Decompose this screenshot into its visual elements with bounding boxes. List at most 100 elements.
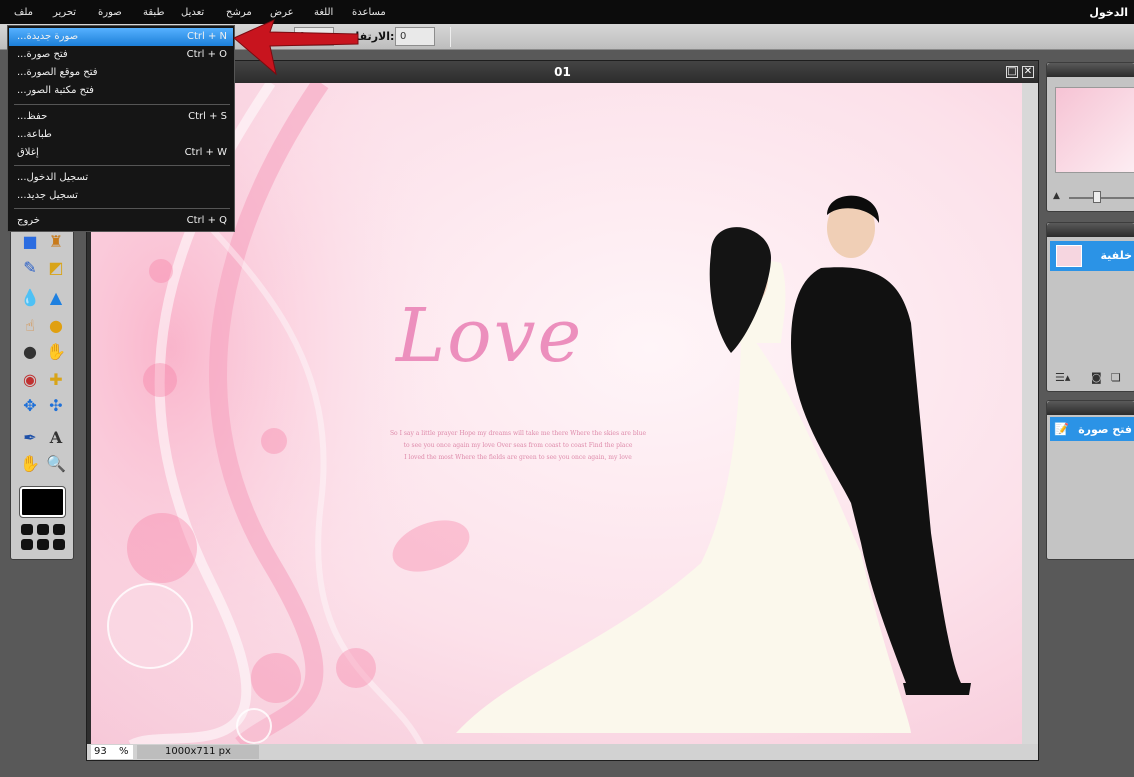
menu-item-login[interactable]: تسجيل الدخول... — [9, 169, 233, 187]
menu-adjust[interactable]: تعديل — [181, 7, 204, 18]
zoom-tool-icon[interactable]: 🔍 — [45, 453, 67, 475]
menu-item-exit[interactable]: خروج Ctrl + Q — [9, 212, 233, 230]
zoom-out-icon[interactable]: ▲ — [1053, 191, 1060, 201]
panel-title-bar[interactable] — [1047, 63, 1134, 77]
layer-thumbnail — [1056, 245, 1082, 267]
close-icon[interactable]: ✕ — [1022, 66, 1034, 78]
zoom-slider-thumb[interactable] — [1093, 191, 1101, 203]
spot-heal-tool-icon[interactable]: ✚ — [45, 369, 67, 391]
menu-item-print[interactable]: طباعة... — [9, 126, 233, 144]
palette-grid-button[interactable] — [21, 524, 33, 535]
bubble-decoration — [143, 363, 177, 397]
history-item-open[interactable]: 📝 فتح صورة — [1050, 417, 1134, 441]
menu-item-save[interactable]: حفظ... Ctrl + S — [9, 108, 233, 126]
pinch-tool-icon[interactable]: ✣ — [45, 395, 67, 417]
shape-tool-icon[interactable]: ◩ — [45, 257, 67, 279]
bubble-decoration — [336, 648, 376, 688]
poem-line: to see you once again my love Over seas … — [403, 442, 633, 449]
menu-image[interactable]: صورة — [98, 7, 122, 18]
menu-item-register[interactable]: تسجيل جديد... — [9, 187, 233, 205]
love-title: Love — [396, 293, 584, 379]
vertical-scrollbar[interactable] — [1022, 83, 1038, 745]
annotation-arrow-icon — [233, 19, 359, 76]
layers-panel: خلفية ☰▴ ◙ ❏ — [1046, 222, 1134, 392]
burn-tool-icon[interactable]: ● — [19, 341, 41, 363]
smudge-tool-icon[interactable]: ☝ — [19, 315, 41, 337]
sharpen-tool-icon[interactable]: ▲ — [45, 287, 67, 309]
history-document-icon: 📝 — [1054, 422, 1069, 436]
menu-item-open-image[interactable]: فتح صورة... Ctrl + O — [9, 46, 233, 64]
new-layer-icon[interactable]: ❏ — [1111, 371, 1121, 384]
toolbar-divider — [450, 27, 451, 47]
menu-item-label: فتح صورة... — [17, 49, 68, 60]
menu-view[interactable]: عرض — [270, 7, 294, 18]
bubble-decoration — [251, 653, 301, 703]
red-eye-tool-icon[interactable]: ◉ — [19, 369, 41, 391]
menu-item-open-url[interactable]: فتح موقع الصورة... — [9, 64, 233, 82]
menu-separator — [14, 104, 230, 105]
palette-grid-button[interactable] — [37, 524, 49, 535]
menu-item-label: فتح مكتبة الصور... — [17, 85, 94, 96]
layer-mask-icon[interactable]: ◙ — [1091, 371, 1102, 384]
groom-shoes — [903, 683, 971, 695]
panel-title-bar[interactable] — [1047, 401, 1134, 415]
blur-tool-icon[interactable]: 💧 — [19, 287, 41, 309]
menu-item-shortcut: Ctrl + Q — [186, 215, 227, 226]
menu-item-shortcut: Ctrl + N — [186, 31, 227, 42]
panel-title-bar[interactable] — [1047, 223, 1134, 237]
navigator-thumbnail[interactable] — [1055, 87, 1134, 173]
dodge-tool-icon[interactable]: ✋ — [45, 341, 67, 363]
menu-item-open-library[interactable]: فتح مكتبة الصور... — [9, 82, 233, 100]
file-menu-dropdown: صورة جديدة... Ctrl + N فتح صورة... Ctrl … — [7, 25, 235, 232]
menu-edit[interactable]: تحرير — [53, 7, 76, 18]
menu-item-label: طباعة... — [17, 129, 52, 140]
maximize-icon[interactable]: □ — [1006, 66, 1018, 78]
gradient-tool-icon[interactable]: ■ — [19, 231, 41, 253]
menu-item-close[interactable]: إغلاق Ctrl + W — [9, 144, 233, 162]
login-link[interactable]: الدخول — [1089, 6, 1128, 19]
clone-stamp-icon[interactable]: ♜ — [45, 231, 67, 253]
bloat-tool-icon[interactable]: ✥ — [19, 395, 41, 417]
poem-text: So I say a little prayer Hope my dreams … — [373, 428, 663, 464]
menu-item-label: حفظ... — [17, 111, 48, 122]
height-field[interactable]: 0 — [395, 27, 435, 46]
hand-tool-icon[interactable]: ✋ — [19, 453, 41, 475]
bubble-decoration — [236, 708, 272, 744]
menu-layer[interactable]: طبقة — [143, 7, 164, 18]
menu-separator — [14, 208, 230, 209]
zoom-unit: % — [119, 746, 129, 757]
palette-grid-button[interactable] — [21, 539, 33, 550]
menu-item-shortcut: Ctrl + S — [188, 111, 227, 122]
menu-item-new-image[interactable]: صورة جديدة... Ctrl + N — [9, 28, 233, 46]
layer-row-background[interactable]: خلفية — [1050, 241, 1134, 271]
menu-bar: ملف تحرير صورة طبقة تعديل مرشح عرض اللغة… — [0, 0, 1134, 24]
bubble-decoration — [149, 259, 173, 283]
poem-line: I loved the most Where the fields are gr… — [404, 454, 632, 461]
menu-item-label: تسجيل الدخول... — [17, 172, 89, 183]
color-picker-icon[interactable]: ✒ — [19, 427, 41, 449]
palette-grid-button[interactable] — [53, 539, 65, 550]
document-status-bar: 93 % 1000x711 px — [87, 744, 1038, 760]
menu-language[interactable]: اللغة — [314, 7, 333, 18]
foreground-color-swatch[interactable] — [19, 486, 66, 518]
menu-item-label: إغلاق — [17, 147, 39, 158]
palette-grid-button[interactable] — [53, 524, 65, 535]
navigator-panel: ▲ — [1046, 62, 1134, 212]
bubble-decoration — [127, 513, 197, 583]
sponge-tool-icon[interactable]: ● — [45, 315, 67, 337]
layer-options-icon[interactable]: ☰▴ — [1055, 371, 1070, 384]
menu-separator — [14, 165, 230, 166]
palette-grid-button[interactable] — [37, 539, 49, 550]
type-tool-icon[interactable]: A — [45, 427, 67, 449]
bubble-decoration — [261, 428, 287, 454]
menu-item-shortcut: Ctrl + W — [184, 147, 227, 158]
color-replace-icon[interactable]: ✎ — [19, 257, 41, 279]
menu-item-shortcut: Ctrl + O — [186, 49, 227, 60]
history-panel: 📝 فتح صورة — [1046, 400, 1134, 560]
zoom-slider-track[interactable] — [1069, 197, 1134, 199]
history-item-label: فتح صورة — [1078, 423, 1132, 436]
menu-filter[interactable]: مرشح — [226, 7, 252, 18]
menu-help[interactable]: مساعدة — [352, 7, 386, 18]
menu-file[interactable]: ملف — [14, 7, 33, 18]
menu-item-label: خروج — [17, 215, 40, 226]
